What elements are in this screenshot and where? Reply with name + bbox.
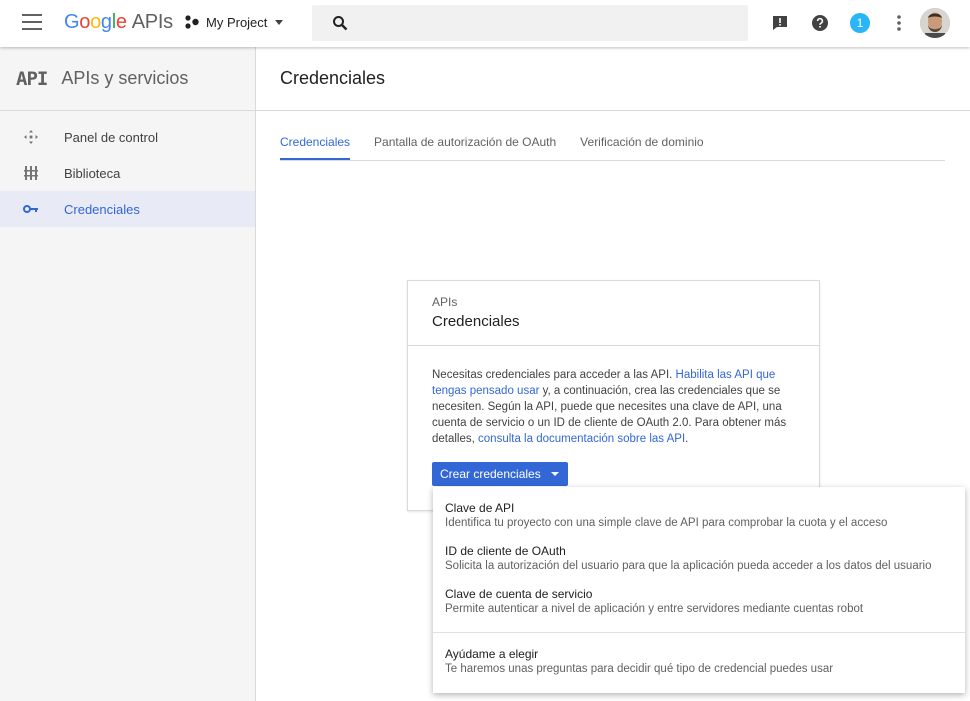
create-credentials-button[interactable]: Crear credenciales [432, 462, 568, 486]
help-icon[interactable] [810, 13, 830, 33]
card-divider [408, 345, 819, 346]
menu-icon[interactable] [22, 14, 42, 30]
card-title: Credenciales [432, 313, 520, 330]
menu-item-service-account-key[interactable]: Clave de cuenta de servicio Permite aute… [445, 587, 960, 615]
tab-credenciales[interactable]: Credenciales [280, 135, 351, 160]
sidebar-item-label: Credenciales [64, 201, 140, 217]
menu-divider [433, 632, 965, 633]
caret-down-icon [275, 19, 284, 25]
more-vert-icon[interactable] [889, 13, 909, 33]
menu-item-oauth-client-id[interactable]: ID de cliente de OAuth Solicita la autor… [445, 544, 960, 572]
credentials-card: APIs Credenciales Necesitas credenciales… [407, 280, 820, 511]
project-selector[interactable]: My Project [184, 14, 284, 30]
sidebar-item-credenciales[interactable]: Credenciales [0, 191, 255, 227]
google-apis-logo[interactable]: Google APIs [64, 11, 173, 34]
sidebar-header: API APIs y servicios [0, 47, 255, 111]
search-bar[interactable] [312, 5, 748, 41]
library-icon [0, 165, 64, 181]
sidebar-title: APIs y servicios [61, 68, 189, 88]
caret-down-icon [550, 472, 559, 476]
key-icon [0, 204, 64, 214]
api-docs-link[interactable]: consulta la documentación sobre las API [478, 433, 685, 445]
feedback-icon[interactable] [770, 13, 790, 33]
card-description: Necesitas credenciales para acceder a la… [432, 369, 787, 445]
top-app-bar: Google APIs My Project 1 [0, 0, 970, 47]
menu-item-help-me-choose[interactable]: Ayúdame a elegir Te haremos unas pregunt… [445, 647, 960, 675]
card-kicker: APIs [432, 295, 458, 309]
dashboard-icon [0, 129, 64, 145]
page-header: Credenciales [256, 47, 970, 111]
notifications-badge[interactable]: 1 [850, 13, 870, 33]
project-icon [185, 15, 199, 29]
menu-item-api-key[interactable]: Clave de API Identifica tu proyecto con … [445, 501, 960, 529]
avatar[interactable] [920, 8, 950, 38]
tab-bar: Credenciales Pantalla de autorización de… [280, 135, 945, 161]
page-title: Credenciales [280, 68, 386, 88]
sidebar-item-biblioteca[interactable]: Biblioteca [0, 155, 255, 191]
sidebar-item-panel-de-control[interactable]: Panel de control [0, 119, 255, 155]
project-name: My Project [206, 14, 268, 30]
tab-pantalla-autorizacion-oauth[interactable]: Pantalla de autorización de OAuth [374, 135, 556, 160]
sidebar-item-label: Panel de control [64, 129, 158, 145]
sidebar: API APIs y servicios Panel de control Bi… [0, 47, 256, 701]
sidebar-item-label: Biblioteca [64, 165, 121, 181]
api-logo: API [16, 67, 48, 90]
create-credentials-menu: Clave de API Identifica tu proyecto con … [433, 487, 965, 693]
search-icon [333, 16, 348, 31]
tab-verificacion-dominio[interactable]: Verificación de dominio [580, 135, 703, 160]
